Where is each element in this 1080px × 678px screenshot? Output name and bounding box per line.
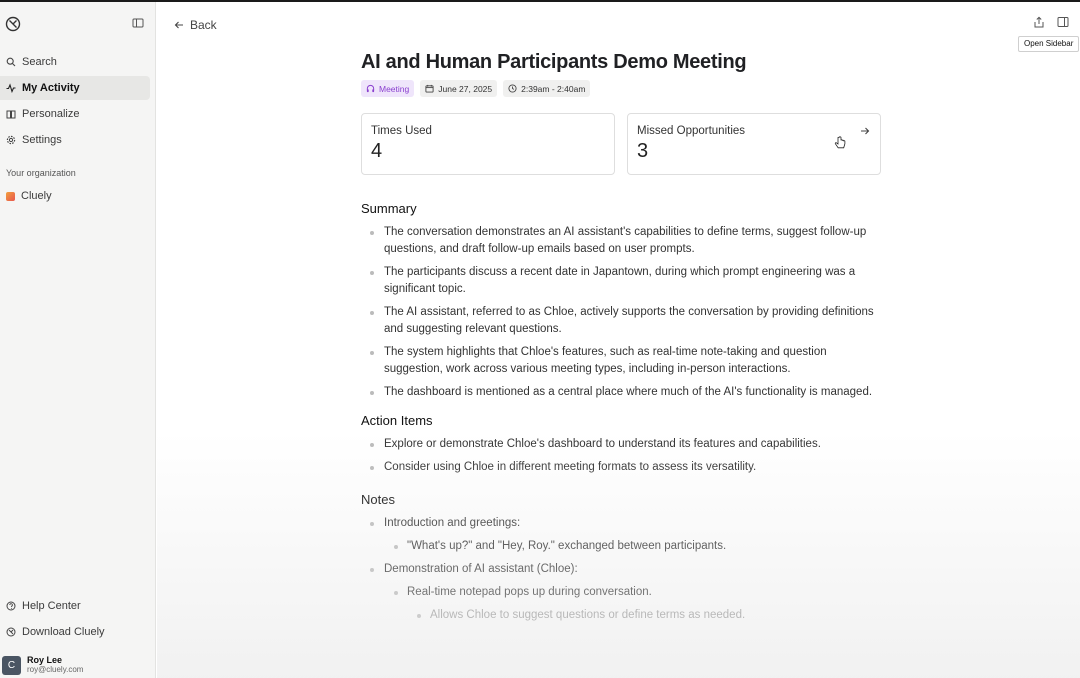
notes-heading: Notes [361, 492, 395, 507]
summary-heading: Summary [361, 201, 417, 216]
times-used-card: Times Used 4 [361, 113, 615, 175]
user-profile[interactable]: C Roy Lee roy@cluely.com [0, 652, 156, 678]
list-item: Introduction and greetings: [361, 515, 881, 532]
book-icon [6, 110, 16, 119]
main-content: Back Open Sidebar AI and Human Participa… [157, 2, 1080, 678]
meeting-date-badge: June 27, 2025 [420, 80, 498, 97]
list-item: Explore or demonstrate Chloe's dashboard… [361, 436, 881, 453]
org-name: Cluely [21, 190, 52, 202]
search-icon [6, 57, 16, 67]
organization-label: Your organization [6, 168, 76, 178]
back-label: Back [190, 18, 217, 32]
sidebar-bottom-nav: Help Center Download Cluely [0, 594, 156, 646]
action-items-heading: Action Items [361, 413, 433, 428]
share-icon[interactable] [1033, 16, 1045, 28]
download-icon [6, 627, 16, 637]
sidebar-item-personalize[interactable]: Personalize [0, 102, 150, 126]
sidebar-item-label: My Activity [22, 82, 80, 94]
meeting-time-badge: 2:39am - 2:40am [503, 80, 591, 97]
sidebar: Search My Activity Personalize Settings … [0, 2, 156, 678]
sidebar-item-help-center[interactable]: Help Center [0, 594, 150, 618]
list-item: Real-time notepad pops up during convers… [361, 584, 881, 601]
calendar-icon [425, 84, 434, 93]
summary-list: The conversation demonstrates an AI assi… [361, 224, 881, 401]
sidebar-item-label: Settings [22, 134, 62, 146]
sidebar-item-label: Personalize [22, 108, 80, 120]
list-item: Demonstration of AI assistant (Chloe): [361, 561, 881, 578]
list-item: "What's up?" and "Hey, Roy." exchanged b… [361, 538, 881, 555]
meeting-type-badge: Meeting [361, 80, 415, 97]
notes-list: Introduction and greetings: [361, 515, 881, 532]
user-info: Roy Lee roy@cluely.com [27, 655, 83, 675]
pointer-cursor-icon [834, 136, 846, 149]
open-sidebar-tooltip: Open Sidebar [1018, 36, 1080, 52]
headphones-icon [366, 84, 375, 93]
arrow-right-icon[interactable] [860, 126, 870, 136]
list-item: The dashboard is mentioned as a central … [361, 384, 881, 401]
gear-icon [6, 135, 16, 145]
back-button[interactable]: Back [174, 18, 217, 32]
stat-label: Times Used [371, 125, 432, 137]
cluely-org-icon [6, 191, 15, 201]
list-item: The conversation demonstrates an AI assi… [361, 224, 881, 258]
sidebar-item-search[interactable]: Search [0, 50, 150, 74]
sidebar-item-download-cluely[interactable]: Download Cluely [0, 620, 150, 644]
list-item: Allows Chloe to suggest questions or def… [361, 607, 881, 624]
meeting-time: 2:39am - 2:40am [521, 83, 586, 94]
user-email: roy@cluely.com [27, 665, 84, 674]
stats-cards: Times Used 4 Missed Opportunities 3 [361, 113, 881, 175]
sidebar-item-label: Help Center [22, 600, 81, 612]
notes-sublist: "What's up?" and "Hey, Roy." exchanged b… [361, 538, 881, 555]
cluely-logo-icon[interactable] [5, 16, 21, 32]
action-items-list: Explore or demonstrate Chloe's dashboard… [361, 436, 881, 476]
sidebar-item-label: Download Cluely [22, 626, 105, 638]
notes-sublist: Real-time notepad pops up during convers… [361, 584, 881, 601]
list-item: The AI assistant, referred to as Chloe, … [361, 304, 881, 338]
arrow-left-icon [174, 21, 183, 29]
sidebar-item-my-activity[interactable]: My Activity [0, 76, 150, 100]
list-item: The participants discuss a recent date i… [361, 264, 881, 298]
sidebar-item-label: Search [22, 56, 57, 68]
page-title: AI and Human Participants Demo Meeting [361, 51, 747, 73]
list-item: Consider using Chloe in different meetin… [361, 459, 881, 476]
avatar: C [2, 655, 21, 675]
org-row[interactable]: Cluely [0, 184, 150, 208]
notes-list: Demonstration of AI assistant (Chloe): [361, 561, 881, 578]
list-item: The system highlights that Chloe's featu… [361, 344, 881, 378]
clock-icon [508, 84, 517, 93]
open-sidebar-icon[interactable] [1057, 16, 1069, 28]
meeting-tags: Meeting June 27, 2025 2:39am - 2:40am [361, 80, 881, 97]
collapse-sidebar-icon[interactable] [132, 17, 144, 29]
activity-icon [6, 83, 16, 93]
meeting-date: June 27, 2025 [438, 83, 493, 94]
missed-opportunities-card[interactable]: Missed Opportunities 3 [627, 113, 881, 175]
help-icon [6, 601, 16, 611]
sidebar-item-settings[interactable]: Settings [0, 128, 150, 152]
notes-sublist-nested: Allows Chloe to suggest questions or def… [361, 607, 881, 624]
sidebar-item-cluely-org[interactable]: Cluely [0, 184, 150, 208]
meeting-detail: AI and Human Participants Demo Meeting M… [361, 50, 881, 630]
stat-value: 4 [371, 140, 383, 162]
user-name: Roy Lee [27, 655, 63, 665]
meeting-type-label: Meeting [379, 83, 410, 94]
sidebar-nav: Search My Activity Personalize Settings [0, 50, 156, 154]
